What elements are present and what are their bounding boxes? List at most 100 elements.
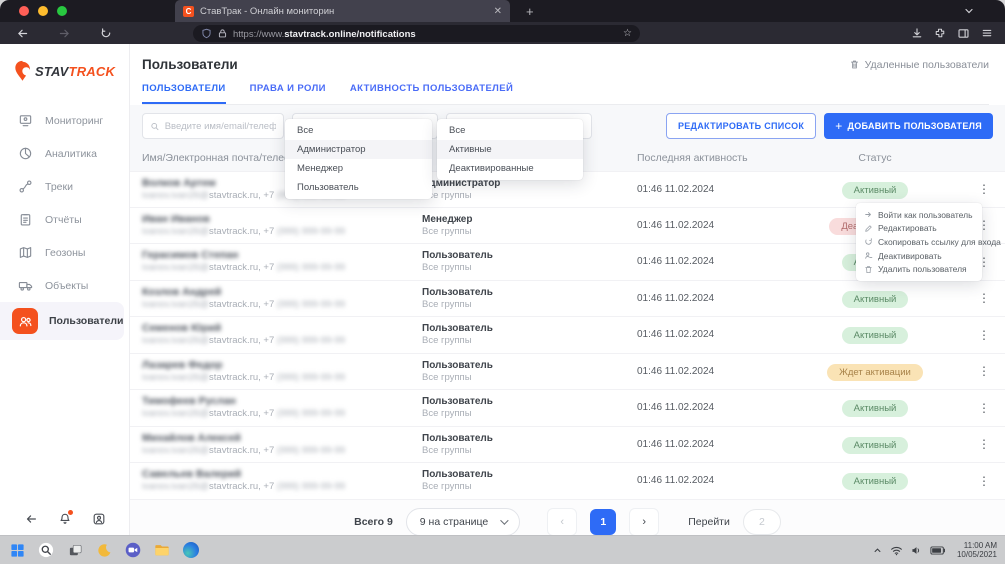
table-row[interactable]: Михайлов Алексей ivanov.ivan26@stavtrack… bbox=[130, 427, 1005, 464]
url-text: https://www.stavtrack.online/notificatio… bbox=[233, 24, 416, 42]
edit-list-button[interactable]: РЕДАКТИРОВАТЬ СПИСОК bbox=[666, 113, 816, 139]
row-actions-kebab[interactable]: ⋮ bbox=[963, 291, 1005, 305]
forward-button[interactable] bbox=[54, 27, 74, 40]
tab-close-icon[interactable]: ✕ bbox=[494, 6, 502, 17]
stavtrack-logo[interactable]: STAVTRACK bbox=[0, 44, 129, 96]
phone-hidden-part: (999) 999-99-99 bbox=[274, 262, 345, 273]
user-contact: ivanov.ivan26@stavtrack.ru, +7 (999) 999… bbox=[142, 335, 422, 347]
go-to-page-input[interactable]: 2 bbox=[743, 509, 781, 535]
extensions-icon[interactable] bbox=[934, 27, 946, 39]
email-hidden-part: ivanov.ivan26@ bbox=[142, 262, 209, 273]
row-actions-kebab[interactable]: ⋮ bbox=[963, 182, 1005, 196]
status-cell: Активный bbox=[787, 398, 963, 417]
dropdown-option[interactable]: Менеджер bbox=[285, 159, 432, 178]
next-page-button[interactable]: › bbox=[629, 508, 659, 536]
edge-browser-icon[interactable] bbox=[182, 541, 200, 559]
table-row[interactable]: Савельев Валерий ivanov.ivan26@stavtrack… bbox=[130, 463, 1005, 500]
row-context-menu: Войти как пользователь Редактировать Ско… bbox=[856, 203, 982, 281]
dropdown-option[interactable]: Администратор bbox=[285, 140, 432, 159]
tray-expand-chevron-icon[interactable] bbox=[872, 545, 883, 556]
menu-hamburger-icon[interactable] bbox=[981, 27, 993, 39]
sidebar-item-tracks[interactable]: Треки bbox=[0, 170, 129, 203]
go-to-page-label: Перейти bbox=[688, 516, 730, 528]
profile-icon[interactable] bbox=[92, 512, 106, 526]
sidebar-item-monitoring[interactable]: Мониторинг bbox=[0, 104, 129, 137]
file-explorer-icon[interactable] bbox=[153, 541, 171, 559]
minimize-window-button[interactable] bbox=[38, 6, 48, 16]
tab-user-activity[interactable]: АКТИВНОСТЬ ПОЛЬЗОВАТЕЛЕЙ bbox=[350, 83, 513, 104]
user-role: Менеджер bbox=[422, 213, 637, 226]
menu-item-deactivate[interactable]: Деактивировать bbox=[856, 249, 982, 263]
wifi-icon[interactable] bbox=[890, 544, 903, 557]
task-view-icon[interactable] bbox=[66, 541, 84, 559]
row-actions-kebab[interactable]: ⋮ bbox=[963, 328, 1005, 342]
sidebar-item-reports[interactable]: Отчёты bbox=[0, 203, 129, 236]
dropdown-option[interactable]: Активные bbox=[437, 140, 583, 159]
battery-icon[interactable] bbox=[930, 545, 946, 556]
sidebar-item-objects[interactable]: Объекты bbox=[0, 269, 129, 302]
taskbar-search-icon[interactable] bbox=[37, 541, 55, 559]
downloads-icon[interactable] bbox=[911, 27, 923, 39]
tab-users[interactable]: ПОЛЬЗОВАТЕЛИ bbox=[142, 83, 226, 104]
user-name: Михайлов Алексей bbox=[142, 432, 422, 445]
add-user-button[interactable]: + ДОБАВИТЬ ПОЛЬЗОВАТЕЛЯ bbox=[824, 113, 993, 139]
table-row[interactable]: Тимофеев Руслан ivanov.ivan26@stavtrack.… bbox=[130, 390, 1005, 427]
search-box[interactable] bbox=[142, 113, 284, 139]
column-last-activity: Последняя активность bbox=[637, 152, 787, 164]
page-number-1[interactable]: 1 bbox=[590, 509, 616, 535]
menu-item-edit[interactable]: Редактировать bbox=[856, 222, 982, 236]
browser-tab[interactable]: C СтавТрак - Онлайн мониторин ✕ bbox=[175, 0, 510, 22]
row-actions-kebab[interactable]: ⋮ bbox=[963, 474, 1005, 488]
user-contact: ivanov.ivan26@stavtrack.ru, +7 (999) 999… bbox=[142, 445, 422, 457]
close-window-button[interactable] bbox=[19, 6, 29, 16]
dropdown-option[interactable]: Деактивированные bbox=[437, 159, 583, 178]
url-bar[interactable]: https://www.stavtrack.online/notificatio… bbox=[193, 25, 640, 42]
sidebar-panel-icon[interactable] bbox=[957, 27, 970, 40]
user-contact: ivanov.ivan26@stavtrack.ru, +7 (999) 999… bbox=[142, 226, 422, 238]
table-row[interactable]: Семенов Юрий ivanov.ivan26@stavtrack.ru,… bbox=[130, 317, 1005, 354]
search-input[interactable] bbox=[165, 121, 276, 132]
url-scheme: https://www. bbox=[233, 29, 284, 40]
back-button[interactable] bbox=[12, 27, 32, 40]
new-tab-button[interactable]: + bbox=[526, 4, 534, 19]
taskbar-clock[interactable]: 11:00 AM 10/05/2021 bbox=[957, 541, 997, 560]
start-button-icon[interactable] bbox=[8, 541, 26, 559]
lock-icon[interactable] bbox=[217, 28, 228, 39]
list-tabs-chevron-icon[interactable] bbox=[963, 5, 975, 17]
sidebar-item-geozones[interactable]: Геозоны bbox=[0, 236, 129, 269]
row-actions-kebab[interactable]: ⋮ bbox=[963, 437, 1005, 451]
refresh-button[interactable] bbox=[96, 27, 116, 39]
phone-hidden-part: (999) 999-99-99 bbox=[274, 445, 345, 456]
collapse-sidebar-icon[interactable] bbox=[24, 512, 38, 526]
user-groups: Все группы bbox=[422, 408, 637, 420]
menu-item-copy-login-link[interactable]: Скопировать ссылку для входа bbox=[856, 235, 982, 249]
deleted-users-link[interactable]: Удаленные пользователи bbox=[849, 59, 989, 71]
menu-item-delete-user[interactable]: Удалить пользователя bbox=[856, 262, 982, 276]
row-actions-kebab[interactable]: ⋮ bbox=[963, 364, 1005, 378]
maximize-window-button[interactable] bbox=[57, 6, 67, 16]
volume-icon[interactable] bbox=[910, 544, 923, 557]
bookmark-star-icon[interactable]: ☆ bbox=[623, 28, 632, 39]
night-mode-moon-icon[interactable] bbox=[95, 541, 113, 559]
dropdown-option[interactable]: Пользователь bbox=[285, 178, 432, 197]
per-page-select[interactable]: 9 на странице bbox=[406, 508, 520, 536]
dropdown-option[interactable]: Все bbox=[437, 121, 583, 140]
table-row[interactable]: Козлов Андрей ivanov.ivan26@stavtrack.ru… bbox=[130, 281, 1005, 318]
prev-page-button[interactable]: ‹ bbox=[547, 508, 577, 536]
notifications-bell-icon[interactable] bbox=[58, 512, 72, 526]
menu-item-login-as-user[interactable]: Войти как пользователь bbox=[856, 208, 982, 222]
tab-rights-roles[interactable]: ПРАВА И РОЛИ bbox=[250, 83, 326, 104]
chat-app-icon[interactable] bbox=[124, 541, 142, 559]
user-contact: ivanov.ivan26@stavtrack.ru, +7 (999) 999… bbox=[142, 262, 422, 274]
sidebar-item-users[interactable]: Пользователи bbox=[0, 302, 124, 340]
sidebar-item-analytics[interactable]: Аналитика bbox=[0, 137, 129, 170]
stavtrack-app: STAVTRACK Мониторинг Аналитика Треки bbox=[0, 44, 1005, 535]
table-row[interactable]: Лазарев Федор ivanov.ivan26@stavtrack.ru… bbox=[130, 354, 1005, 391]
dropdown-option[interactable]: Все bbox=[285, 121, 432, 140]
tracking-shield-icon[interactable] bbox=[201, 28, 212, 39]
user-contact: ivanov.ivan26@stavtrack.ru, +7 (999) 999… bbox=[142, 299, 422, 311]
user-role: Пользователь bbox=[422, 286, 637, 299]
last-activity: 01:46 11.02.2024 bbox=[637, 220, 787, 231]
row-actions-kebab[interactable]: ⋮ bbox=[963, 401, 1005, 415]
page-title: Пользователи bbox=[142, 57, 238, 72]
